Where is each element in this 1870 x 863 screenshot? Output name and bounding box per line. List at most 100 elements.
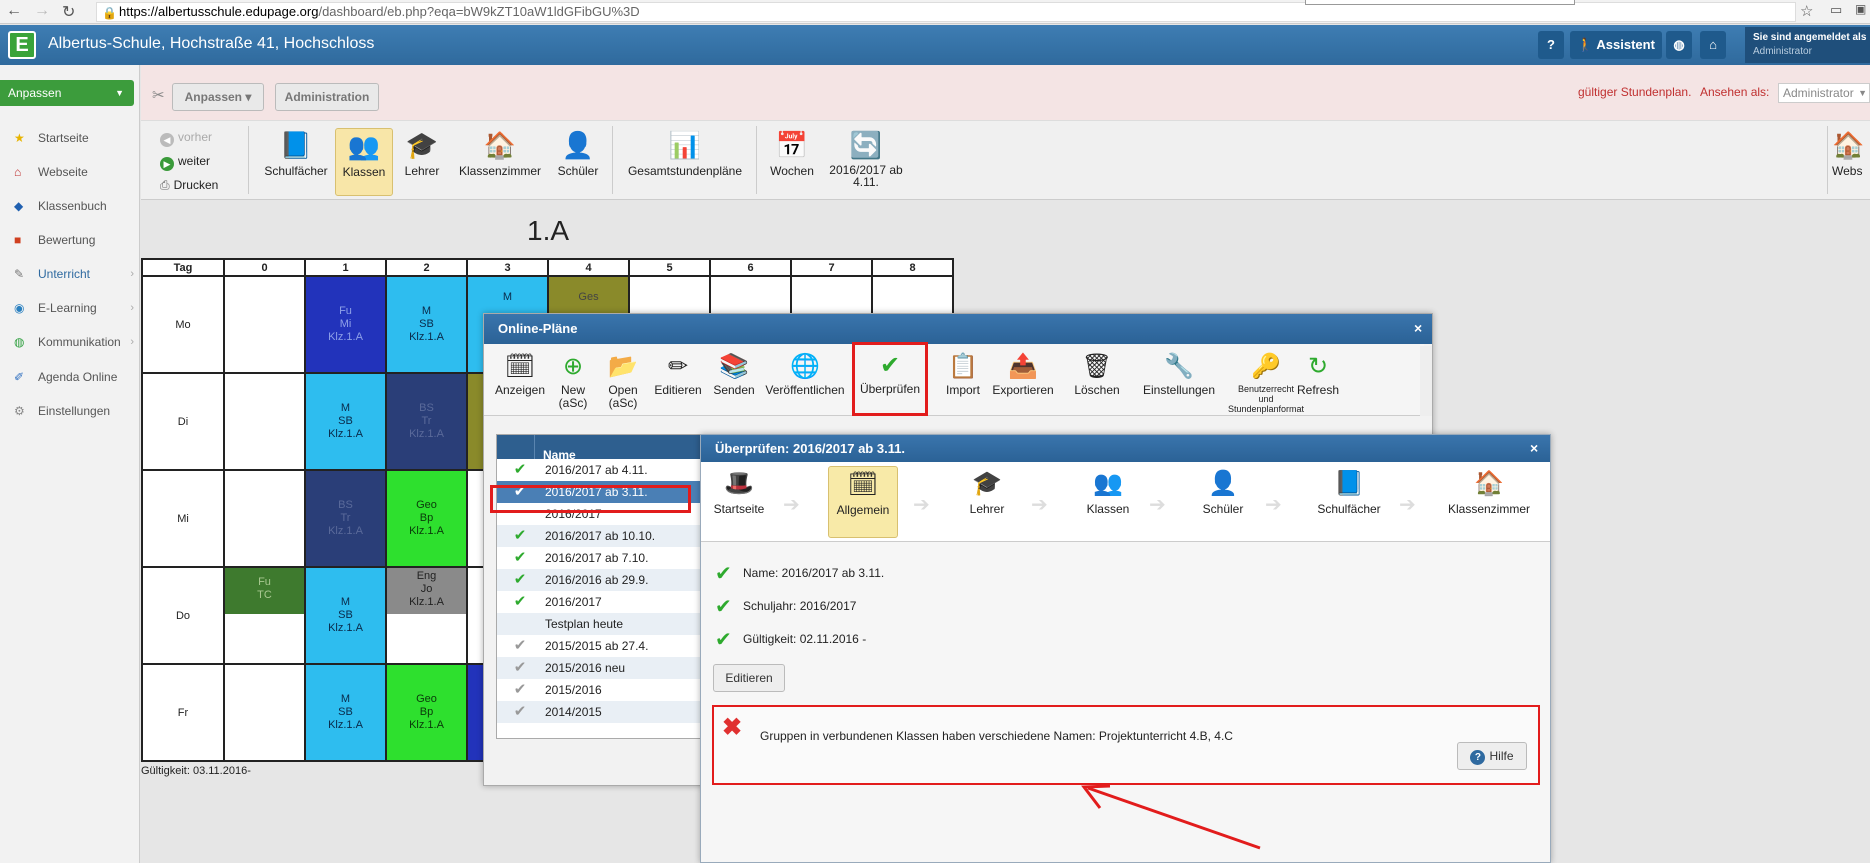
plan-row[interactable]: Testplan heute xyxy=(497,613,705,635)
timetable-version-button[interactable]: 🔄 2016/2017 ab 4.11. xyxy=(822,128,910,188)
home-icon[interactable]: ⌂ xyxy=(1700,31,1726,59)
lesson-cell[interactable]: Fu TC xyxy=(223,566,306,665)
new-asc-button[interactable]: ⊕ New (aSc) xyxy=(550,350,596,410)
students-button[interactable]: 👤 Schüler xyxy=(552,128,604,178)
plan-row[interactable]: ✔ 2015/2016 neu xyxy=(497,657,705,679)
teachers-button[interactable]: 🎓 Lehrer xyxy=(398,128,446,178)
step-lehrer[interactable]: 🎓 Lehrer xyxy=(957,466,1017,516)
address-bar[interactable]: 🔒 https://albertusschule.edupage.org/das… xyxy=(96,2,1796,22)
close-icon[interactable]: × xyxy=(1530,440,1538,456)
back-arrow-icon[interactable]: ← xyxy=(6,2,22,20)
plan-row[interactable]: ✔ 2016/2017 ab 7.10. xyxy=(497,547,705,569)
lesson-cell[interactable]: M SB Klz.1.A xyxy=(304,372,387,471)
plan-row[interactable]: ✔ 2016/2017 ab 4.11. xyxy=(497,459,705,481)
close-icon[interactable]: × xyxy=(1414,320,1422,336)
forward-arrow-icon[interactable]: → xyxy=(34,2,50,20)
anpassen-dropdown-button[interactable]: Anpassen ▾ xyxy=(172,83,264,111)
send-button[interactable]: 📚 Senden xyxy=(710,350,758,397)
plan-row[interactable]: ✔ 2016/2017 ab 10.10. xyxy=(497,525,705,547)
step-startseite[interactable]: 🎩 Startseite xyxy=(709,466,769,516)
lesson-cell[interactable]: M SB Klz.1.A xyxy=(304,566,387,665)
help-button[interactable]: ? xyxy=(1538,31,1564,59)
lesson-cell-empty[interactable] xyxy=(223,663,306,762)
step-allgemein[interactable]: 🗓 Allgemein xyxy=(828,466,898,538)
administration-button[interactable]: Administration xyxy=(275,83,379,111)
view-as-select[interactable]: Administrator ▼ xyxy=(1778,83,1870,103)
classrooms-button[interactable]: 🏠 Klassenzimmer xyxy=(454,128,546,178)
open-asc-button[interactable]: 📂 Open (aSc) xyxy=(600,350,646,410)
sidebar-item-bewertung[interactable]: ■ Bewertung xyxy=(0,227,138,253)
lesson-cell-empty[interactable] xyxy=(223,275,306,374)
login-info[interactable]: Sie sind angemeldet als Administrator xyxy=(1745,27,1870,63)
lesson-cell-empty[interactable] xyxy=(223,372,306,471)
overall-timetables-button[interactable]: 📊 Gesamtstundenpläne xyxy=(622,128,748,178)
lesson-cell[interactable]: Eng Jo Klz.1.A xyxy=(385,566,468,665)
step-klassen[interactable]: 👥 Klassen xyxy=(1073,466,1143,516)
edit-button[interactable]: Editieren xyxy=(713,664,785,692)
assistant-button[interactable]: 🚶 Assistent xyxy=(1570,31,1662,59)
import-button[interactable]: 📋 Import xyxy=(942,350,984,397)
anpassen-button[interactable]: Anpassen ▼ xyxy=(0,80,134,106)
send-icon: 📚 xyxy=(719,353,749,380)
day-label: Mi xyxy=(141,469,225,568)
toolbar-scrollbar[interactable] xyxy=(1420,346,1432,416)
edupage-logo[interactable]: E xyxy=(8,31,36,59)
group-icon: 👥 xyxy=(1093,470,1123,497)
refresh-button[interactable]: ↻ Refresh xyxy=(1294,350,1342,397)
subjects-button[interactable]: 📘 Schulfächer xyxy=(256,128,336,178)
students-label: Schüler xyxy=(557,164,599,178)
verify-label: Überprüfen xyxy=(859,382,921,396)
lesson-cell[interactable]: M SB Klz.1.A xyxy=(304,663,387,762)
lesson-cell-empty[interactable] xyxy=(223,469,306,568)
next-link[interactable]: ▶ weiter xyxy=(160,154,210,171)
lesson-cell[interactable]: BS Tr Klz.1.A xyxy=(385,372,468,471)
star-icon[interactable]: ☆ xyxy=(1800,2,1813,20)
plan-row[interactable]: ✔ 2015/2015 ab 27.4. xyxy=(497,635,705,657)
classes-button[interactable]: 👥 Klassen xyxy=(335,128,393,196)
lesson-cell[interactable]: Geo Bp Klz.1.A xyxy=(385,469,468,568)
sidebar-item-einstellungen[interactable]: ⚙ Einstellungen xyxy=(0,398,138,424)
sidebar-item-startseite[interactable]: ★ Startseite xyxy=(0,125,138,151)
edit-button[interactable]: ✏ Editieren xyxy=(650,350,706,397)
sidebar-item-agenda[interactable]: ✐ Agenda Online xyxy=(0,364,138,390)
plan-row[interactable]: ✔ 2014/2015 xyxy=(497,701,705,723)
extension-icon[interactable]: ▣ xyxy=(1855,2,1866,16)
delete-button[interactable]: 🗑 Löschen xyxy=(1070,350,1124,397)
lesson-cell[interactable]: Fu Mi Klz.1.A xyxy=(304,275,387,374)
show-button[interactable]: 🗓 Anzeigen xyxy=(494,350,546,397)
step-schueler[interactable]: 👤 Schüler xyxy=(1191,466,1255,516)
lesson-half-cell[interactable]: Eng Jo Klz.1.A xyxy=(387,568,466,614)
tools-icon[interactable]: ✂ xyxy=(152,86,165,104)
sidebar-item-elearning[interactable]: ◉ E-Learning › xyxy=(0,295,138,321)
website-button[interactable]: 🏠 Webs xyxy=(1832,128,1870,178)
reload-icon[interactable]: ↻ xyxy=(62,2,75,22)
show-label: Anzeigen xyxy=(494,383,546,397)
verify-button[interactable]: ✔ Überprüfen xyxy=(852,342,928,416)
plan-row[interactable]: ✔ 2015/2016 xyxy=(497,679,705,701)
sidebar-item-unterricht[interactable]: ✎ Unterricht › xyxy=(0,261,138,287)
sidebar-item-webseite[interactable]: ⌂ Webseite xyxy=(0,159,138,185)
previous-link[interactable]: ◀ vorher xyxy=(160,130,212,147)
sidebar-item-label: Webseite xyxy=(38,165,88,179)
lesson-cell[interactable]: Geo Bp Klz.1.A xyxy=(385,663,468,762)
lesson-half-cell[interactable]: Fu TC xyxy=(225,568,304,614)
lesson-cell[interactable]: BS Tr Klz.1.A xyxy=(304,469,387,568)
plan-row[interactable]: ✔ 2016/2016 ab 29.9. xyxy=(497,569,705,591)
publish-button[interactable]: 🌐 Veröffentlichen xyxy=(762,350,848,397)
plan-row[interactable]: ✔ 2016/2017 xyxy=(497,591,705,613)
step-klassenzimmer[interactable]: 🏠 Klassenzimmer xyxy=(1437,466,1541,516)
print-link[interactable]: ⎙ Drucken xyxy=(160,178,218,193)
header-period: 3 xyxy=(466,258,549,277)
window-icon[interactable]: ▭ xyxy=(1830,2,1842,18)
globe-icon[interactable]: ◍ xyxy=(1666,31,1692,59)
lesson-cell[interactable]: M SB Klz.1.A xyxy=(385,275,468,374)
sidebar-item-klassenbuch[interactable]: ◆ Klassenbuch xyxy=(0,193,138,219)
sidebar-item-kommunikation[interactable]: ◍ Kommunikation › xyxy=(0,329,138,355)
teacher-icon: 🎓 xyxy=(405,130,439,160)
export-button[interactable]: 📤 Exportieren xyxy=(988,350,1058,397)
weeks-label: Wochen xyxy=(770,164,814,178)
valid-timetable-link[interactable]: gültiger Stundenplan. xyxy=(1578,85,1691,99)
weeks-button[interactable]: 📅 Wochen xyxy=(764,128,820,178)
settings-button[interactable]: 🔧 Einstellungen xyxy=(1138,350,1220,397)
step-schulfaecher[interactable]: 📘 Schulfächer xyxy=(1307,466,1391,516)
